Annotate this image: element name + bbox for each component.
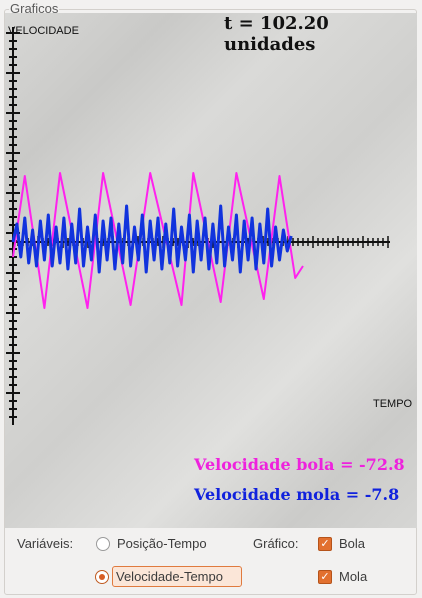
radio-velocidade-tempo[interactable] — [95, 570, 109, 584]
radio-velocidade-tempo-label[interactable]: Velocidade-Tempo — [116, 569, 223, 584]
velocity-mola-readout: Velocidade mola = -7.8 — [194, 485, 400, 504]
plot-area: VELOCIDADE TEMPO — [5, 13, 417, 528]
checkbox-bola-label[interactable]: Bola — [339, 536, 365, 551]
checkbox-bola[interactable]: ✓ — [318, 537, 332, 551]
graph-label: Gráfico: — [253, 536, 299, 551]
velocity-time-chart — [6, 27, 390, 425]
time-readout: t = 102.20 unidades — [224, 13, 329, 55]
checkbox-mola[interactable]: ✓ — [318, 570, 332, 584]
x-axis-label: TEMPO — [373, 398, 413, 410]
velocity-bola-readout: Velocidade bola = -72.8 — [194, 455, 405, 474]
variables-label: Variáveis: — [17, 536, 74, 551]
checkbox-mola-label[interactable]: Mola — [339, 569, 367, 584]
y-axis-label: VELOCIDADE — [8, 25, 79, 37]
radio-posicao-tempo-label[interactable]: Posição-Tempo — [117, 536, 207, 551]
radio-posicao-tempo[interactable] — [96, 537, 110, 551]
graficos-panel: Graficos VELOCIDADE TEMPO t = 102.20 uni… — [0, 0, 422, 598]
